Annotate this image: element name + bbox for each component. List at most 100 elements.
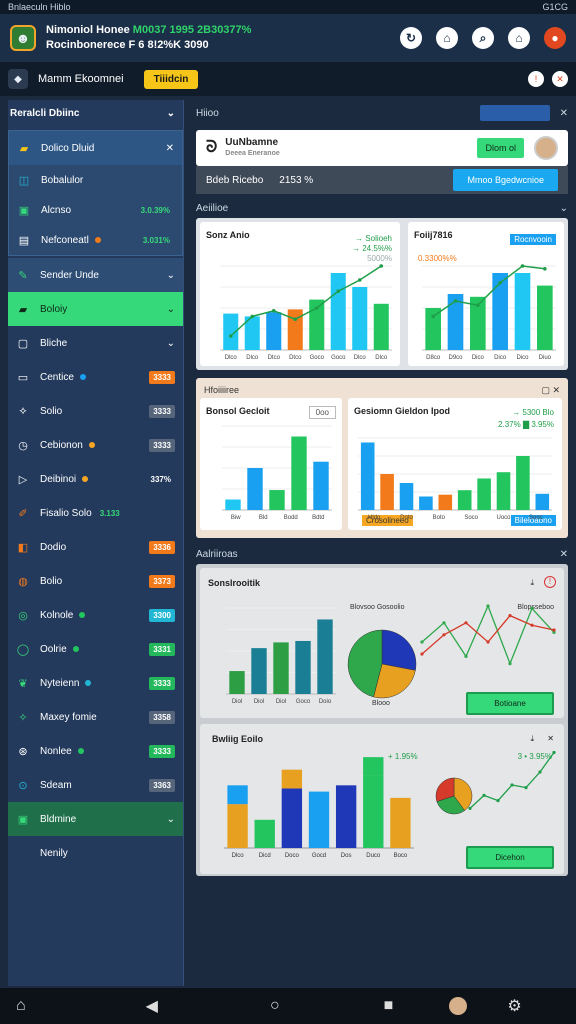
sidebar-item[interactable]: ✎ Sender Unde ⌄: [8, 258, 183, 292]
sidebar-header[interactable]: Reralcli Dbiinc ⌄: [8, 100, 183, 126]
sidebar-item-label: Nefconeatl: [41, 234, 89, 246]
sidebar-item-tag: 3.031%: [142, 235, 170, 245]
sidebar-item[interactable]: ▣ Bldmine ⌄: [8, 802, 183, 836]
sidebar-header-label: Reralcli Dbiinc: [10, 107, 80, 119]
sidebar-item[interactable]: ▤ Nefconeatl 3.031%: [9, 225, 182, 255]
sidebar-item-tag: 3300: [149, 608, 175, 622]
close-icon[interactable]: ✕: [560, 549, 568, 560]
leaf-icon: ❦: [18, 677, 28, 690]
combo-chart: Diol Diol Diol Goco Doio: [226, 604, 556, 705]
chart-bar: [496, 472, 511, 510]
sidebar-item[interactable]: ❦ Nyteienn 3333: [8, 666, 183, 700]
image-icon: ▣: [18, 204, 30, 217]
search-icon[interactable]: ⌕: [472, 27, 494, 49]
chart-bar: [352, 287, 368, 350]
home-icon[interactable]: ⌂: [508, 27, 530, 49]
sidebar-item-tag: 337%: [150, 474, 171, 484]
sidebar-item[interactable]: ⟡ Solio 3333: [8, 394, 183, 428]
bar-chart: Hldo Doto Boto Soco Uoco Sooc: [358, 437, 552, 521]
sidebar-item[interactable]: ⊙ Sdeam 3363: [8, 768, 183, 802]
alert-icon[interactable]: !: [528, 71, 544, 87]
x-tick-label: Dico: [472, 355, 485, 361]
sidebar-item[interactable]: ◎ Kolnole 3300: [8, 598, 183, 632]
line-point: [552, 628, 556, 632]
sidebar-item[interactable]: ✧ Maxey fomie 3358: [8, 700, 183, 734]
section-header[interactable]: Aeiilioe ⌄: [196, 198, 568, 218]
back-icon[interactable]: ◆: [8, 69, 28, 89]
chart-bar: [330, 273, 346, 350]
line-point: [442, 621, 446, 625]
line-point: [476, 303, 480, 307]
x-tick-label: Dico: [494, 355, 507, 361]
sidebar-item[interactable]: ▷ Deibinoi 337%: [8, 462, 183, 496]
series-line: [469, 752, 555, 809]
chart-bar: [295, 640, 311, 694]
pie-slice: [381, 629, 417, 671]
home-circle-icon[interactable]: ○: [270, 997, 280, 1015]
status-bar: Bnlaeculn Hiblo G1CG: [0, 0, 576, 14]
list-icon: ▤: [18, 234, 30, 247]
lock-icon[interactable]: ⌂: [436, 27, 458, 49]
app-title-line1: Nimoniol Honee: [46, 24, 130, 36]
toolbar-chip[interactable]: Tiiidcin: [143, 69, 199, 89]
refresh-icon[interactable]: ↻: [400, 27, 422, 49]
app-bar: ☻ Nimoniol Honee M0037 1995 2B30377% Roc…: [0, 14, 576, 62]
x-tick-label: Boco: [394, 853, 408, 859]
sidebar-item[interactable]: ◍ Bolio 3373: [8, 564, 183, 598]
sidebar-item-tag: 3.133: [99, 508, 120, 518]
home-icon[interactable]: ⌂: [16, 997, 26, 1015]
sidebar-item[interactable]: ✐ Fisalio Solo 3.133: [8, 496, 183, 530]
profile-card: ᘐ UuNbamne Deeea Eneranoe Dlom ol: [196, 130, 568, 166]
x-tick-label: Hldo: [368, 515, 381, 521]
section-title: Aalriiroas: [196, 548, 238, 560]
back-icon[interactable]: ◀: [146, 996, 158, 1016]
strip-button[interactable]: Mmoo Bgedwcnioe: [453, 169, 558, 191]
app-logo-icon[interactable]: ☻: [10, 25, 36, 51]
profile-icon[interactable]: ●: [544, 27, 566, 49]
sidebar-item[interactable]: ▰ Dolico Dluid ✕: [9, 131, 182, 165]
sidebar-item-label: Bliche: [40, 337, 68, 349]
avatar[interactable]: [534, 136, 558, 160]
chart-bar: [266, 312, 282, 350]
rocket-icon: ⟡: [19, 404, 27, 417]
avatar[interactable]: [449, 997, 468, 1015]
window-controls[interactable]: ▢ ✕: [541, 385, 560, 396]
sidebar-item-label: Centice: [40, 371, 74, 383]
sidebar-item[interactable]: ▢ Bliche ⌄: [8, 326, 183, 360]
sidebar-item[interactable]: ▰ Boloiy ⌄: [8, 292, 183, 326]
sidebar-item[interactable]: Nenily: [8, 836, 183, 870]
sidebar-item[interactable]: ⊛ Nonlee 3333: [8, 734, 183, 768]
line-point: [250, 314, 255, 319]
section-header[interactable]: Aalriiroas ✕: [196, 544, 568, 564]
profile-button[interactable]: Dlom ol: [477, 138, 524, 158]
sidebar-item-tag: 3333: [149, 370, 175, 384]
pin-icon[interactable]: ✕: [560, 108, 568, 119]
chart-bar: [360, 442, 375, 510]
header-search-bar[interactable]: [479, 105, 550, 121]
app-title-extra: M0037 1995 2B30377%: [132, 24, 252, 36]
sidebar-item[interactable]: ◫ Bobalulor: [9, 165, 182, 195]
sidebar-item[interactable]: ▭ Centice 3333: [8, 360, 183, 394]
x-tick-label: Duco: [366, 853, 381, 859]
chart-panel: Sonz Anio → Solioeh → 24.5%% 5000% Dlco D…: [196, 218, 568, 370]
settings-icon[interactable]: ⚙: [507, 996, 521, 1016]
x-tick-label: D8co: [426, 355, 441, 361]
x-tick-label: Diol: [276, 699, 286, 705]
line-point: [538, 770, 542, 774]
recents-icon[interactable]: ■: [384, 997, 394, 1015]
status-dot: [82, 476, 89, 482]
sidebar-item[interactable]: ◧ Dodio 3336: [8, 530, 183, 564]
close-icon[interactable]: ✕: [552, 71, 568, 87]
line-point: [228, 334, 233, 338]
sidebar-item[interactable]: ◯ Oolrie 3331: [8, 632, 183, 666]
sidebar-item[interactable]: ◷ Cebionon 3333: [8, 428, 183, 462]
section-title: Hfoiiiiree: [204, 385, 240, 395]
sidebar-item[interactable]: ▣ Alcnso 3.0.39%: [9, 195, 182, 225]
line-point: [552, 750, 556, 755]
chart-bar: [317, 619, 333, 694]
close-icon[interactable]: ✕: [166, 143, 174, 154]
map-icon: ⊛: [18, 745, 28, 758]
chart-bar: [229, 671, 245, 694]
line-point: [442, 633, 446, 637]
chart-bar: [419, 496, 433, 510]
